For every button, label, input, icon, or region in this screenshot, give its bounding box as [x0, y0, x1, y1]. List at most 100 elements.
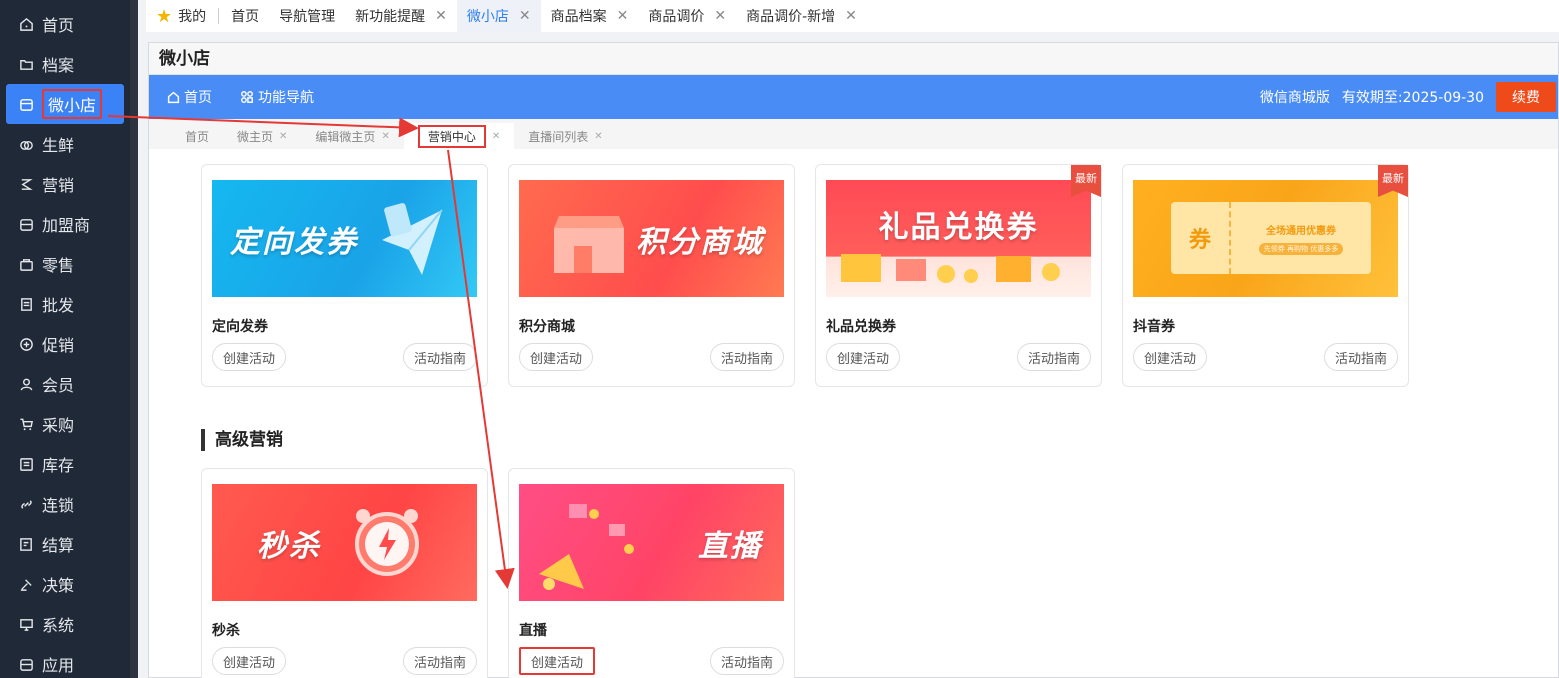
close-icon[interactable]: ✕ [435, 8, 447, 24]
close-icon[interactable]: ✕ [279, 131, 287, 142]
promo-icon [18, 336, 34, 352]
sidebar: 首页 档案 微小店 生鲜 营销 加盟商 零售 批发 促销 会员 采购 库存 连锁… [0, 0, 138, 678]
home-icon [18, 16, 34, 32]
main-panel: 微小店 首页 功能导航 微信商城版 有效期至:2025-09-30 续费 首页 … [148, 42, 1559, 678]
sidebar-item-microshop[interactable]: 微小店 [6, 84, 124, 124]
shop-home-link[interactable]: 首页 [167, 87, 212, 107]
create-activity-button[interactable]: 创建活动 [1133, 343, 1208, 371]
tab-microshop[interactable]: 微小店 ✕ [456, 0, 541, 32]
sidebar-item-fresh[interactable]: 生鲜 [0, 124, 130, 164]
sidebar-item-label: 加盟商 [42, 216, 91, 235]
banner-douyin-coupon: 券 全场通用优惠券 先领券 再购物 优惠多多 [1133, 180, 1398, 297]
card-douyin-coupon: 券 全场通用优惠券 先领券 再购物 优惠多多 最新 抖音券 创建活动 活动指南 [1122, 164, 1409, 387]
nav-label: 功能导航 [258, 90, 314, 106]
activity-guide-button[interactable]: 活动指南 [1016, 343, 1091, 371]
subtab-home[interactable]: 首页 [171, 123, 223, 149]
banner-text: 直播 [698, 528, 762, 564]
function-nav-link[interactable]: 功能导航 [240, 87, 314, 107]
sidebar-item-inventory[interactable]: 库存 [0, 444, 130, 484]
sidebar-item-system[interactable]: 系统 [0, 604, 130, 644]
card-title: 直播 [519, 623, 547, 639]
nav-label: 首页 [184, 90, 212, 106]
banner-text: 券 [1171, 202, 1231, 274]
banner-subtext: 先领券 再购物 优惠多多 [1258, 242, 1344, 255]
sidebar-item-home[interactable]: 首页 [0, 4, 130, 44]
card-title: 定向发券 [212, 319, 268, 335]
link-icon [18, 496, 34, 512]
sidebar-item-chain[interactable]: 连锁 [0, 484, 130, 524]
close-icon[interactable]: ✕ [492, 131, 500, 142]
close-icon[interactable]: ✕ [519, 8, 531, 24]
tab-nav-management[interactable]: 导航管理 [269, 0, 345, 32]
create-activity-button[interactable]: 创建活动 [212, 343, 287, 371]
activity-guide-button[interactable]: 活动指南 [402, 343, 477, 371]
tab-product-archive[interactable]: 商品档案 ✕ [541, 0, 639, 32]
app-icon [18, 656, 34, 672]
folder-icon [18, 56, 34, 72]
subtab-edit-micro-home[interactable]: 编辑微主页 ✕ [301, 123, 403, 149]
tab-new-features[interactable]: 新功能提醒 ✕ [345, 0, 457, 32]
subtab-live-room-list[interactable]: 直播间列表 ✕ [514, 123, 616, 149]
user-icon [18, 376, 34, 392]
sidebar-item-marketing[interactable]: 营销 [0, 164, 130, 204]
sidebar-item-franchise[interactable]: 加盟商 [0, 204, 130, 244]
card-points-mall: 积分商城 积分商城 创建活动 活动指南 [508, 164, 795, 387]
close-icon[interactable]: ✕ [714, 8, 726, 24]
star-icon: ★ [156, 5, 173, 27]
renew-button[interactable]: 续费 [1496, 82, 1556, 112]
activity-guide-button[interactable]: 活动指南 [709, 343, 784, 371]
sidebar-item-purchase[interactable]: 采购 [0, 404, 130, 444]
close-icon[interactable]: ✕ [617, 8, 629, 24]
create-activity-button[interactable]: 创建活动 [212, 647, 287, 675]
activity-guide-button[interactable]: 活动指南 [709, 647, 784, 675]
sidebar-item-label: 决策 [42, 576, 75, 595]
sidebar-item-label: 营销 [42, 176, 75, 195]
sidebar-item-archive[interactable]: 档案 [0, 44, 130, 84]
tab-label: 我的 [178, 9, 207, 25]
shop-icon [18, 96, 34, 112]
megaphone-icon [539, 504, 634, 590]
tab-price-adjust-new[interactable]: 商品调价-新增 ✕ [736, 0, 867, 32]
advanced-marketing-cards: 秒杀 秒杀 创建活动 活动指南 直播 直播 创建活动 活动指南 [201, 468, 795, 678]
tab-label: 首页 [231, 9, 260, 25]
card-live-stream: 直播 直播 创建活动 活动指南 [508, 468, 795, 678]
tab-price-adjust[interactable]: 商品调价 ✕ [638, 0, 736, 32]
sidebar-item-settlement[interactable]: 结算 [0, 524, 130, 564]
basic-marketing-cards: 定向发券 定向发券 创建活动 活动指南 积分商城 积分商城 创建活动 活动指南 [201, 164, 1409, 387]
subscription-info: 微信商城版 有效期至:2025-09-30 续费 [1260, 82, 1558, 112]
tab-label: 导航管理 [279, 9, 336, 25]
sidebar-item-label: 结算 [42, 536, 75, 555]
sidebar-item-wholesale[interactable]: 批发 [0, 284, 130, 324]
sidebar-item-apps[interactable]: 应用 [0, 644, 130, 678]
tab-home[interactable]: 首页 [221, 0, 269, 32]
fruit-icon [18, 136, 34, 152]
create-activity-button[interactable]: 创建活动 [519, 343, 594, 371]
banner-text: 秒杀 [257, 528, 321, 564]
shop-nav-bar: 首页 功能导航 微信商城版 有效期至:2025-09-30 续费 [149, 75, 1558, 119]
sidebar-item-label: 微小店 [42, 89, 103, 119]
sidebar-item-label: 生鲜 [42, 136, 75, 155]
subtab-marketing-center[interactable]: 营销中心 ✕ [403, 123, 515, 149]
marketing-icon [18, 176, 34, 192]
paper-plane-icon [382, 203, 443, 275]
close-icon[interactable]: ✕ [594, 131, 602, 142]
card-gift-voucher: 礼品兑换券 最新 礼品兑换券 创建活动 活动指南 [815, 164, 1102, 387]
sidebar-item-member[interactable]: 会员 [0, 364, 130, 404]
create-activity-button[interactable]: 创建活动 [826, 343, 901, 371]
sidebar-item-label: 系统 [42, 616, 75, 635]
sidebar-item-retail[interactable]: 零售 [0, 244, 130, 284]
create-activity-button[interactable]: 创建活动 [519, 647, 596, 675]
card-targeted-coupon: 定向发券 定向发券 创建活动 活动指南 [201, 164, 488, 387]
sidebar-item-decision[interactable]: 决策 [0, 564, 130, 604]
tab-label: 直播间列表 [528, 129, 589, 144]
section-title-advanced: 高级营销 [201, 429, 283, 451]
activity-guide-button[interactable]: 活动指南 [402, 647, 477, 675]
subtab-micro-home[interactable]: 微主页 ✕ [223, 123, 301, 149]
activity-guide-button[interactable]: 活动指南 [1323, 343, 1398, 371]
close-icon[interactable]: ✕ [381, 131, 389, 142]
close-icon[interactable]: ✕ [845, 8, 857, 24]
sidebar-item-label: 档案 [42, 56, 75, 75]
tab-mine[interactable]: ★ 我的 [146, 0, 216, 32]
sidebar-item-promotion[interactable]: 促销 [0, 324, 130, 364]
banner-targeted-coupon: 定向发券 [212, 180, 477, 297]
